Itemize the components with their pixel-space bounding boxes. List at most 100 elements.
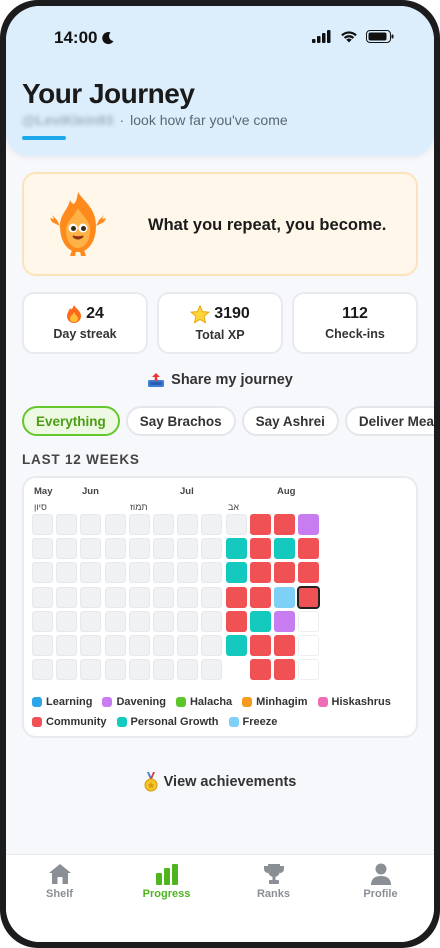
heatmap-cell bbox=[152, 634, 174, 656]
heatmap-cell bbox=[249, 610, 271, 632]
tab-shelf[interactable]: Shelf bbox=[6, 855, 113, 942]
trophy-icon bbox=[263, 864, 284, 884]
stat-xp: 3190 Total XP bbox=[157, 292, 283, 354]
heatmap-cell bbox=[298, 634, 320, 656]
stat-label: Day streak bbox=[53, 327, 117, 341]
heatmap-cell bbox=[177, 586, 199, 608]
heatmap-cell bbox=[104, 562, 126, 584]
chip-deliver-meals[interactable]: Deliver Meals bbox=[344, 406, 434, 436]
house-icon bbox=[48, 864, 71, 884]
heatmap-cell bbox=[177, 514, 199, 535]
heatmap-cell bbox=[32, 514, 53, 535]
stat-label: Total XP bbox=[195, 327, 245, 342]
heatmap-cell bbox=[225, 586, 247, 608]
person-icon bbox=[370, 863, 391, 885]
status-icons bbox=[312, 30, 394, 43]
tab-bar: Shelf Progress Ranks Profile bbox=[6, 854, 434, 942]
subtitle-text: look how far you've come bbox=[130, 112, 288, 128]
heatmap-cell bbox=[249, 562, 271, 584]
view-achievements-button[interactable]: View achievements bbox=[6, 772, 434, 792]
heatmap-cell bbox=[273, 659, 295, 681]
heatmap-cell bbox=[177, 634, 199, 656]
chip-say-ashrei[interactable]: Say Ashrei bbox=[241, 406, 339, 436]
legend: Learning Davening Halacha Minhagim Hiska… bbox=[32, 696, 412, 736]
heatmap-cell bbox=[249, 538, 271, 560]
heatmap-cell bbox=[128, 538, 150, 560]
heatmap-cell bbox=[56, 610, 78, 632]
tab-profile[interactable]: Profile bbox=[327, 855, 434, 942]
heatmap-cell bbox=[273, 610, 295, 632]
legend-item: Halacha bbox=[175, 696, 232, 708]
heatmap-cell bbox=[104, 538, 126, 560]
heatmap-cell bbox=[128, 586, 150, 608]
heatmap-cell bbox=[201, 659, 223, 681]
heatmap-cell bbox=[298, 659, 320, 681]
heatmap-cell bbox=[32, 659, 53, 681]
month-label: May bbox=[34, 486, 53, 497]
heatmap-cell bbox=[56, 586, 78, 608]
heatmap-cell bbox=[201, 586, 223, 608]
heatmap-cell bbox=[152, 659, 174, 681]
filter-chips: Everything Say Brachos Say Ashrei Delive… bbox=[22, 406, 434, 438]
tab-ranks[interactable]: Ranks bbox=[220, 855, 327, 942]
star-icon bbox=[190, 304, 211, 324]
stat-value: 112 bbox=[342, 305, 368, 322]
heatmap-cell bbox=[152, 538, 174, 560]
heatmap-cell bbox=[80, 562, 102, 584]
heatmap-cell bbox=[249, 659, 271, 681]
page-title: Your Journey bbox=[22, 78, 195, 109]
heatmap-cell bbox=[128, 659, 150, 681]
hebrew-month-label: סיון bbox=[34, 502, 47, 512]
hebrew-month-label: אב bbox=[228, 502, 240, 512]
heatmap-cell bbox=[201, 514, 223, 535]
heatmap-cell bbox=[32, 538, 53, 560]
heatmap-cell bbox=[128, 562, 150, 584]
heatmap-cell bbox=[80, 659, 102, 681]
heatmap-card: May Jun Jul Aug סיון תמוז אב Learning Da… bbox=[22, 476, 418, 738]
heatmap-cell bbox=[128, 634, 150, 656]
heatmap-cell bbox=[128, 610, 150, 632]
share-journey-button[interactable]: Share my journey bbox=[6, 372, 434, 388]
heatmap-cell bbox=[32, 634, 53, 656]
cellular-signal-icon bbox=[312, 30, 331, 43]
stat-streak: 24 Day streak bbox=[22, 292, 148, 354]
share-icon bbox=[148, 373, 165, 387]
heatmap-cell bbox=[152, 562, 174, 584]
legend-item: Freeze bbox=[228, 716, 277, 728]
heatmap-cell bbox=[201, 538, 223, 560]
month-label: Jun bbox=[82, 486, 99, 497]
quote-card: What you repeat, you become. bbox=[22, 172, 418, 276]
heatmap-cell bbox=[273, 586, 295, 608]
fire-icon bbox=[67, 305, 82, 323]
screen: Your Journey @LeviKlein93 · look how far… bbox=[6, 6, 434, 942]
heatmap-cell bbox=[177, 562, 199, 584]
heatmap-cell bbox=[32, 562, 53, 584]
tab-progress[interactable]: Progress bbox=[113, 855, 220, 942]
stats-row: 24 Day streak 3190 Total XP 112 Check-in… bbox=[22, 292, 418, 354]
chip-say-brachos[interactable]: Say Brachos bbox=[125, 406, 236, 436]
heatmap-cell bbox=[177, 610, 199, 632]
stat-value: 3190 bbox=[214, 305, 250, 322]
heatmap-cell bbox=[225, 538, 247, 560]
user-handle: @LeviKlein93 bbox=[22, 112, 114, 128]
heatmap-cell bbox=[201, 610, 223, 632]
legend-item: Hiskashrus bbox=[317, 696, 391, 708]
chip-everything[interactable]: Everything bbox=[22, 406, 120, 436]
achievements-label: View achievements bbox=[163, 774, 297, 790]
heatmap-cell bbox=[273, 538, 295, 560]
stat-checkins: 112 Check-ins bbox=[292, 292, 418, 354]
heatmap-cell bbox=[152, 514, 174, 535]
quote-text: What you repeat, you become. bbox=[148, 216, 387, 234]
section-title: LAST 12 WEEKS bbox=[22, 452, 140, 467]
heatmap-cell bbox=[273, 562, 295, 584]
month-labels: May Jun Jul Aug bbox=[32, 486, 412, 500]
share-label: Share my journey bbox=[171, 372, 293, 388]
heatmap-grid bbox=[32, 514, 321, 681]
wifi-icon bbox=[341, 31, 357, 43]
legend-item: Community bbox=[32, 716, 107, 728]
heatmap-cell bbox=[225, 634, 247, 656]
device-frame: Your Journey @LeviKlein93 · look how far… bbox=[0, 0, 440, 948]
heatmap-cell bbox=[104, 586, 126, 608]
heatmap-cell bbox=[56, 562, 78, 584]
heatmap-cell bbox=[104, 514, 126, 535]
